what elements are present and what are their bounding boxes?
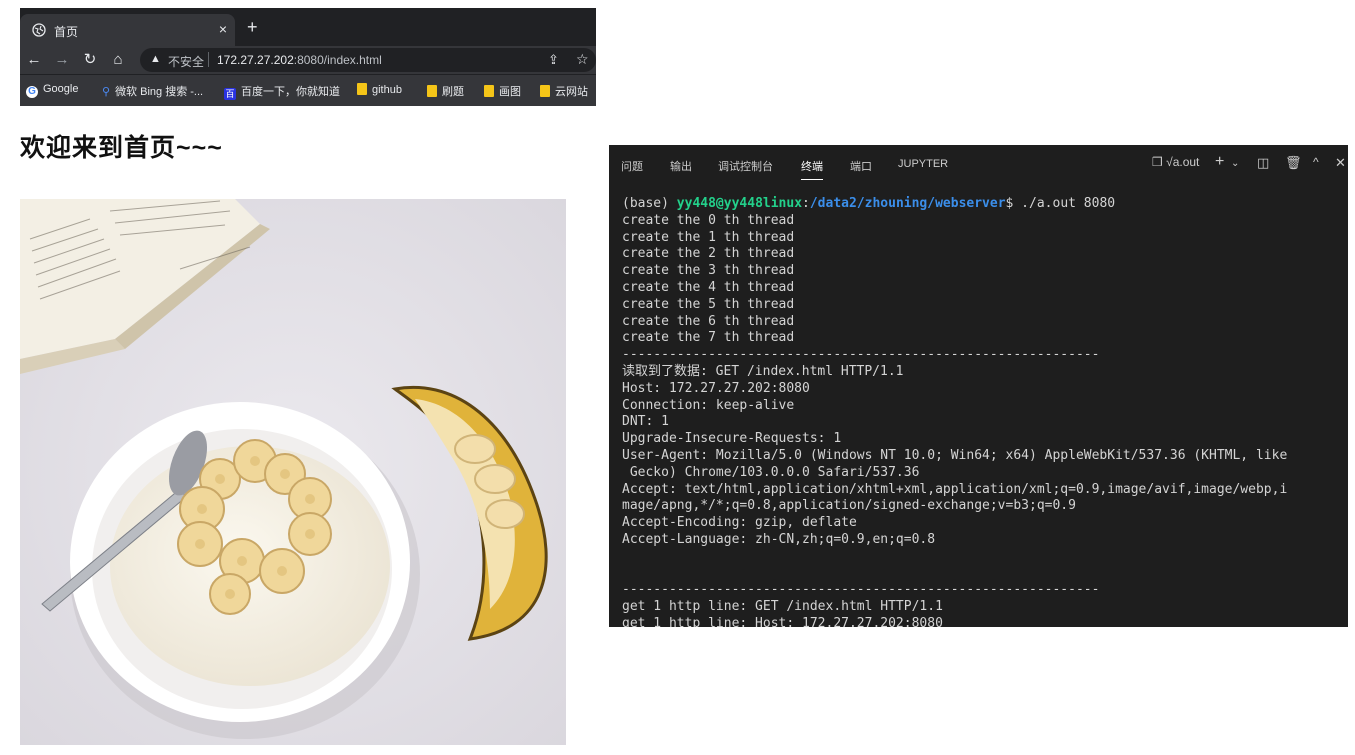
prompt-command: $ ./a.out 8080 (1005, 196, 1116, 211)
browser-tab[interactable]: 首页 × (20, 14, 235, 46)
terminal-line: Host: 172.27.27.202:8080 (622, 380, 810, 396)
terminal-line: Connection: keep-alive (622, 397, 795, 413)
warning-triangle-icon[interactable]: ▲ (150, 53, 161, 65)
insecure-label[interactable]: 不安全 (168, 53, 204, 70)
page-heading: 欢迎来到首页~~~ (20, 134, 223, 162)
tab-title: 首页 (54, 25, 79, 39)
bookmarks-bar: G Google ⚲ 微软 Bing 搜索 -... 百百度一下，你就知道 gith… (20, 74, 596, 106)
terminal-line: create the 6 th thread (622, 313, 795, 329)
terminal-line: ----------------------------------------… (622, 582, 1100, 598)
url-text[interactable]: 172.27.27.202:8080/index.html (217, 53, 382, 67)
new-tab-button[interactable]: + (247, 17, 258, 37)
terminal-line: create the 2 th thread (622, 246, 795, 262)
folder-icon (484, 85, 494, 97)
tab-close-icon[interactable]: × (219, 21, 227, 37)
terminal-line: create the 4 th thread (622, 279, 795, 295)
share-icon[interactable]: ⇪ (548, 52, 559, 68)
process-label: √a.out (1166, 155, 1200, 169)
terminal-line: create the 0 th thread (622, 212, 795, 228)
terminal-line: Accept-Encoding: gzip, deflate (622, 515, 857, 531)
bookmark-label: 刷题 (442, 86, 464, 98)
terminal-line: ----------------------------------------… (622, 347, 1100, 363)
bookmark-star-icon[interactable]: ☆ (576, 51, 589, 68)
bookmark-github[interactable]: github (357, 83, 402, 96)
bookmark-label: 画图 (499, 86, 521, 98)
bookmark-shuati[interactable]: 刷题 (427, 83, 464, 99)
folder-icon (357, 83, 367, 95)
bookmark-yunwangzhan[interactable]: 云网站 (540, 83, 588, 99)
folder-icon (540, 85, 550, 97)
terminal-line: create the 5 th thread (622, 296, 795, 312)
bookmark-baidu[interactable]: 百百度一下，你就知道 (224, 83, 340, 100)
omnibox-divider (208, 52, 209, 67)
terminal-output[interactable]: (base) yy448@yy448linux:/data2/zhouning/… (622, 196, 1342, 627)
tab-output[interactable]: 输出 (670, 158, 692, 174)
tab-jupyter[interactable]: JUPYTER (898, 158, 948, 170)
bookmark-bing[interactable]: ⚲ 微软 Bing 搜索 -... (102, 83, 203, 99)
terminal-line: create the 7 th thread (622, 330, 795, 346)
maximize-panel-icon[interactable]: ^ (1313, 155, 1319, 169)
terminal-panel: 问题 输出 调试控制台 终端 端口 JUPYTER ❒ √a.out + ⌄ ◫… (609, 145, 1348, 627)
add-terminal-icon[interactable]: + (1215, 153, 1224, 171)
tab-debug-console[interactable]: 调试控制台 (718, 158, 773, 174)
prompt-path: /data2/zhouning/webserver (809, 196, 1006, 211)
conda-env: (base) (622, 196, 677, 211)
terminal-line: Gecko) Chrome/103.0.0.0 Safari/537.36 (622, 464, 920, 480)
browser-window: 首页 × + ← → ↻ ⌂ ▲ 不安全 172.27.27.202:8080/… (20, 8, 596, 106)
bookmark-label: 微软 Bing 搜索 -... (115, 86, 204, 98)
tab-strip: 首页 × + (20, 8, 596, 46)
bookmark-label: 云网站 (555, 86, 588, 98)
url-path: :8080/index.html (293, 53, 382, 67)
process-selector[interactable]: ❒ √a.out (1152, 155, 1199, 169)
panel-tab-bar: 问题 输出 调试控制台 终端 端口 JUPYTER ❒ √a.out + ⌄ ◫… (609, 145, 1348, 183)
terminal-line: DNT: 1 (622, 414, 669, 430)
folder-icon (427, 85, 437, 97)
terminal-line: get 1 http line: GET /index.html HTTP/1.… (622, 599, 943, 615)
terminal-line: mage/apng,*/*;q=0.8,application/signed-e… (622, 498, 1076, 514)
bookmark-huatu[interactable]: 画图 (484, 83, 521, 99)
terminal-line: get 1 http line: Host: 172.27.27.202:808… (622, 615, 943, 627)
back-arrow-icon[interactable]: ← (24, 50, 44, 70)
terminal-line: Upgrade-Insecure-Requests: 1 (622, 431, 842, 447)
browser-toolbar: ← → ↻ ⌂ ▲ 不安全 172.27.27.202:8080/index.h… (20, 46, 596, 74)
terminal-line: 读取到了数据: GET /index.html HTTP/1.1 (622, 363, 904, 379)
forward-arrow-icon[interactable]: → (52, 50, 72, 70)
terminal-process-icon: ❒ (1152, 155, 1163, 169)
globe-icon (32, 23, 46, 37)
yogurt-banana-photo (20, 199, 566, 745)
terminal-line: User-Agent: Mozilla/5.0 (Windows NT 10.0… (622, 447, 1288, 463)
terminal-line: Accept-Language: zh-CN,zh;q=0.9,en;q=0.8 (622, 531, 936, 547)
reload-icon[interactable]: ↻ (80, 50, 100, 70)
terminal-lines: create the 0 th thread create the 1 th th… (622, 213, 1342, 627)
tab-problems[interactable]: 问题 (621, 158, 643, 174)
bookmark-label: 百度一下，你就知道 (241, 86, 340, 98)
prompt-line: (base) yy448@yy448linux:/data2/zhouning/… (622, 196, 1342, 213)
address-bar[interactable]: ▲ 不安全 172.27.27.202:8080/index.html ⇪ ☆ (140, 48, 596, 72)
bing-search-icon: ⚲ (102, 86, 111, 98)
tab-terminal[interactable]: 终端 (801, 158, 823, 180)
bookmark-google[interactable]: G Google (26, 83, 78, 98)
bookmark-label: Google (43, 83, 79, 95)
url-host: 172.27.27.202 (217, 53, 294, 67)
tab-ports[interactable]: 端口 (850, 158, 872, 174)
bookmark-label: github (372, 84, 402, 96)
prompt-user: yy448@yy448linux (676, 196, 803, 211)
baidu-icon: 百 (224, 88, 236, 100)
home-icon[interactable]: ⌂ (108, 50, 128, 70)
trash-icon[interactable]: 🗑 (1285, 155, 1302, 171)
terminal-line: Accept: text/html,application/xhtml+xml,… (622, 481, 1288, 497)
terminal-line: create the 1 th thread (622, 229, 795, 245)
google-icon: G (26, 86, 38, 98)
split-terminal-icon[interactable]: ◫ (1257, 155, 1269, 171)
prompt-colon: : (802, 196, 810, 211)
close-panel-icon[interactable]: ✕ (1335, 155, 1346, 171)
chevron-down-icon[interactable]: ⌄ (1231, 158, 1239, 169)
terminal-line: create the 3 th thread (622, 263, 795, 279)
